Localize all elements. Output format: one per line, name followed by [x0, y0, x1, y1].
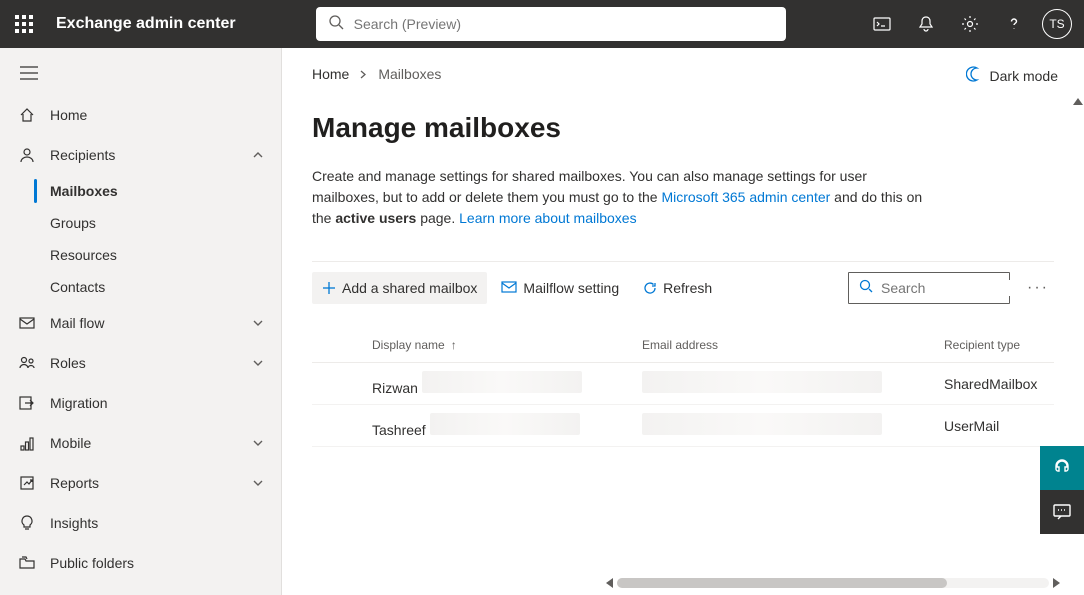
search-icon: [859, 279, 873, 298]
sidebar-item-mailflow[interactable]: Mail flow: [0, 303, 281, 343]
refresh-icon: [643, 281, 657, 295]
more-options-button[interactable]: ···: [1022, 272, 1054, 304]
redacted: [422, 371, 582, 393]
mail-icon: [18, 315, 36, 331]
gear-icon[interactable]: [948, 0, 992, 48]
learn-more-link[interactable]: Learn more about mailboxes: [459, 210, 636, 226]
col-email[interactable]: Email address: [642, 338, 944, 352]
col-recipient-type[interactable]: Recipient type: [944, 338, 1054, 352]
reports-icon: [18, 475, 36, 491]
main-content: Home Mailboxes Dark mode Manage mailboxe…: [282, 48, 1084, 595]
mobile-icon: [18, 435, 36, 451]
scroll-right-icon[interactable]: [1053, 578, 1060, 588]
app-launcher-icon[interactable]: [0, 0, 48, 48]
breadcrumb-current: Mailboxes: [378, 66, 441, 82]
col-display-name[interactable]: Display name↑: [372, 338, 642, 352]
roles-icon: [18, 355, 36, 371]
plus-icon: [322, 281, 336, 295]
add-shared-mailbox-button[interactable]: Add a shared mailbox: [312, 272, 487, 304]
page-title: Manage mailboxes: [282, 82, 1084, 144]
toolbar: Add a shared mailbox Mailflow setting Re…: [312, 261, 1054, 304]
sidebar-item-insights[interactable]: Insights: [0, 503, 281, 543]
chevron-right-icon: [359, 66, 368, 82]
sidebar-item-label: Migration: [50, 395, 265, 411]
sidebar-sub-resources[interactable]: Resources: [0, 239, 281, 271]
sidebar-item-publicfolders[interactable]: Public folders: [0, 543, 281, 583]
sort-asc-icon: ↑: [451, 338, 457, 352]
refresh-button[interactable]: Refresh: [633, 272, 722, 304]
lightbulb-icon: [18, 515, 36, 531]
table-search[interactable]: [848, 272, 1010, 304]
scroll-left-icon[interactable]: [606, 578, 613, 588]
folders-icon: [18, 555, 36, 571]
console-icon[interactable]: [860, 0, 904, 48]
sidebar-item-recipients[interactable]: Recipients: [0, 135, 281, 175]
sidebar-item-label: Home: [50, 107, 265, 123]
table-header: Display name↑ Email address Recipient ty…: [312, 328, 1054, 363]
sidebar: Home Recipients Mailboxes Groups Resourc…: [0, 48, 282, 595]
cell-type: SharedMailbox: [944, 376, 1054, 392]
cell-name: Tashreef: [372, 422, 426, 438]
chevron-up-icon: [251, 150, 265, 160]
help-panel-button[interactable]: [1040, 446, 1084, 490]
sidebar-sub-mailboxes[interactable]: Mailboxes: [0, 175, 281, 207]
redacted: [642, 413, 882, 435]
sidebar-item-roles[interactable]: Roles: [0, 343, 281, 383]
migration-icon: [18, 395, 36, 411]
chevron-down-icon: [251, 478, 265, 488]
sidebar-item-label: Mobile: [50, 435, 237, 451]
chevron-down-icon: [251, 318, 265, 328]
moon-icon: [966, 66, 982, 85]
mailflow-icon: [501, 281, 517, 295]
sidebar-sub-contacts[interactable]: Contacts: [0, 271, 281, 303]
sidebar-item-label: Public folders: [50, 555, 265, 571]
help-icon[interactable]: [992, 0, 1036, 48]
m365-admin-link[interactable]: Microsoft 365 admin center: [661, 189, 830, 205]
sidebar-item-label: Roles: [50, 355, 237, 371]
sidebar-item-label: Recipients: [50, 147, 237, 163]
bell-icon[interactable]: [904, 0, 948, 48]
mailflow-setting-button[interactable]: Mailflow setting: [491, 272, 629, 304]
redacted: [642, 371, 882, 393]
dark-mode-toggle[interactable]: Dark mode: [966, 66, 1058, 85]
cell-name: Rizwan: [372, 380, 418, 396]
redacted: [430, 413, 580, 435]
dark-mode-label: Dark mode: [990, 68, 1058, 84]
top-bar: Exchange admin center TS: [0, 0, 1084, 48]
breadcrumb-home[interactable]: Home: [312, 66, 349, 82]
sidebar-sub-groups[interactable]: Groups: [0, 207, 281, 239]
sidebar-item-home[interactable]: Home: [0, 95, 281, 135]
page-description: Create and manage settings for shared ma…: [282, 144, 962, 229]
brand-title: Exchange admin center: [56, 15, 236, 33]
cell-type: UserMail: [944, 418, 1054, 434]
search-icon: [328, 14, 344, 35]
sidebar-item-reports[interactable]: Reports: [0, 463, 281, 503]
chevron-down-icon: [251, 358, 265, 368]
sidebar-item-migration[interactable]: Migration: [0, 383, 281, 423]
sidebar-item-mobile[interactable]: Mobile: [0, 423, 281, 463]
scroll-up-indicator[interactable]: [1073, 98, 1083, 112]
sidebar-item-label: Reports: [50, 475, 237, 491]
global-search-input[interactable]: [354, 16, 774, 32]
global-search[interactable]: [316, 7, 786, 41]
person-icon: [18, 147, 36, 163]
breadcrumb: Home Mailboxes: [282, 48, 1084, 82]
sidebar-item-label: Insights: [50, 515, 265, 531]
table-row[interactable]: Rizwan SharedMailbox: [312, 363, 1054, 405]
horizontal-scrollbar[interactable]: [602, 577, 1064, 589]
chevron-down-icon: [251, 438, 265, 448]
mailbox-table: Display name↑ Email address Recipient ty…: [312, 328, 1054, 447]
home-icon: [18, 107, 36, 123]
table-row[interactable]: Tashreef UserMail: [312, 405, 1054, 447]
feedback-button[interactable]: [1040, 490, 1084, 534]
hamburger-icon[interactable]: [0, 62, 281, 95]
sidebar-item-label: Mail flow: [50, 315, 237, 331]
user-avatar[interactable]: TS: [1042, 9, 1072, 39]
